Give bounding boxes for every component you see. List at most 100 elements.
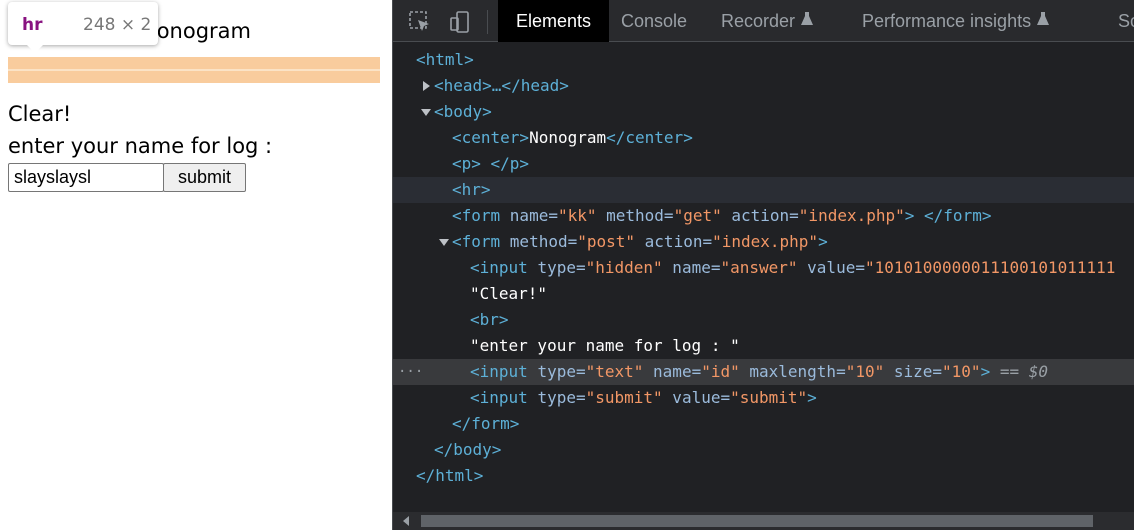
dom-node-html[interactable]: <html> [393,47,1134,73]
tag-text: </body> [434,440,502,459]
node-text: Nonogram [529,128,607,147]
dom-node-html-close[interactable]: </html> [393,463,1134,489]
tab-recorder-label: Recorder [721,11,796,31]
attr-name: value= [797,258,865,277]
tag-close: > [807,388,817,407]
page-viewport: Nonogram Clear! enter your name for log … [0,0,392,530]
dom-node-p[interactable]: <p> </p> [393,151,1134,177]
tooltip-dimensions: 248 × 2 [83,15,152,35]
tag-open: <form [452,232,510,251]
attr-value: "submit" [585,388,663,407]
attr-value: "index.php" [798,206,905,225]
tag-text: <input type="submit" value="submit"> [470,385,817,411]
submit-button[interactable]: submit [163,163,246,192]
attr-value: "1010100000011100101011111 [864,258,1116,277]
collapse-triangle-icon[interactable] [439,239,449,246]
attr-value: "id" [701,362,740,381]
element-tooltip: hr 248 × 2 [8,2,158,53]
dom-node-input-submit[interactable]: <input type="submit" value="submit"> [393,385,1134,411]
tag-close: </center> [606,128,693,147]
attr-value: "get" [673,206,722,225]
tooltip-arrow [26,44,44,53]
dom-node-body[interactable]: <body> [393,99,1134,125]
tab-console[interactable]: Console [621,0,687,42]
tag-open: <form [452,206,510,225]
clear-message: Clear! [8,102,72,126]
tab-sources[interactable]: Sour [1118,0,1134,42]
tag-close: > </form> [904,206,992,225]
inspect-element-icon[interactable] [408,10,432,34]
toolbar-separator [487,10,488,34]
scrollbar-thumb[interactable] [421,515,1093,527]
tag-open: <input [470,362,538,381]
name-input[interactable] [8,163,164,192]
flask-icon [801,0,814,41]
attr-name: action= [721,206,799,225]
attr-value: "answer" [720,258,798,277]
attr-name: type= [537,258,586,277]
dom-node-form-post[interactable]: <form method="post" action="index.php"> [393,229,1134,255]
tag-text: <body> [434,102,492,121]
scroll-left-icon[interactable] [403,516,409,526]
tag-text: <html> [416,50,474,69]
attr-value: "10" [845,362,885,381]
device-toolbar-icon[interactable] [448,10,472,34]
flask-icon [1037,0,1050,41]
dom-node-hr[interactable]: <hr> [393,177,1134,203]
attr-name: type= [537,362,586,381]
tag-open: <input [470,258,538,277]
dom-node-body-close[interactable]: </body> [393,437,1134,463]
attr-name: size= [884,362,943,381]
tag-open: <input [470,388,538,407]
tag-open: <center> [452,128,530,147]
tag-text: <center>Nonogram</center> [452,125,693,151]
attr-name: name= [509,206,558,225]
tag-text: <hr> [452,180,491,199]
more-options-icon[interactable]: ··· [398,359,423,385]
tag-text: <p> </p> [452,154,530,173]
dom-node-text-clear[interactable]: "Clear!" [393,281,1134,307]
dom-node-br[interactable]: <br> [393,307,1134,333]
tag-text: <input type="text" name="id" maxlength="… [470,359,1048,385]
dom-node-text-log[interactable]: "enter your name for log : " [393,333,1134,359]
attr-value: "text" [585,362,644,381]
attr-name: method= [509,232,578,251]
collapse-triangle-icon[interactable] [421,109,431,116]
attr-name: action= [635,232,713,251]
attr-name: method= [596,206,674,225]
tab-performance-insights[interactable]: Performance insights [862,0,1050,42]
equals-marker: == [990,362,1029,381]
dom-node-input-text-selected[interactable]: ··· <input type="text" name="id" maxleng… [393,359,1134,385]
tag-text: <input type="hidden" name="answer" value… [470,255,1115,281]
devtools-toolbar: Elements Console Recorder Performance in… [393,0,1134,42]
attr-name: maxlength= [739,362,846,381]
expand-triangle-icon[interactable] [423,81,430,91]
dom-node-form-get[interactable]: <form name="kk" method="get" action="ind… [393,203,1134,229]
tab-performance-insights-label: Performance insights [862,11,1032,31]
tag-text: </form> [452,414,520,433]
tab-recorder[interactable]: Recorder [721,0,814,42]
dom-node-input-hidden[interactable]: <input type="hidden" name="answer" value… [393,255,1134,281]
attr-value: "index.php" [712,232,819,251]
dom-node-center[interactable]: <center>Nonogram</center> [393,125,1134,151]
dom-node-form-close[interactable]: </form> [393,411,1134,437]
tooltip-tag: hr [22,15,43,35]
attr-name: type= [537,388,586,407]
attr-name: name= [643,362,702,381]
dom-node-head[interactable]: <head>…</head> [393,73,1134,99]
attr-value: "10" [942,362,981,381]
tag-text: </html> [416,466,484,485]
tag-text: <br> [470,310,509,329]
attr-value: "hidden" [585,258,663,277]
log-name-label: enter your name for log : [8,134,273,158]
node-text: "Clear!" [470,284,548,303]
tag-text: <head>…</head> [434,76,569,95]
horizontal-scrollbar[interactable] [393,512,1134,530]
tag-close: > [818,232,828,251]
console-ref: $0 [1028,362,1048,381]
attr-value: "post" [577,232,636,251]
tag-close: > [980,362,991,381]
node-text: "enter your name for log : " [470,336,740,355]
devtools-panel: Elements Console Recorder Performance in… [392,0,1134,530]
tab-elements[interactable]: Elements [498,0,610,42]
